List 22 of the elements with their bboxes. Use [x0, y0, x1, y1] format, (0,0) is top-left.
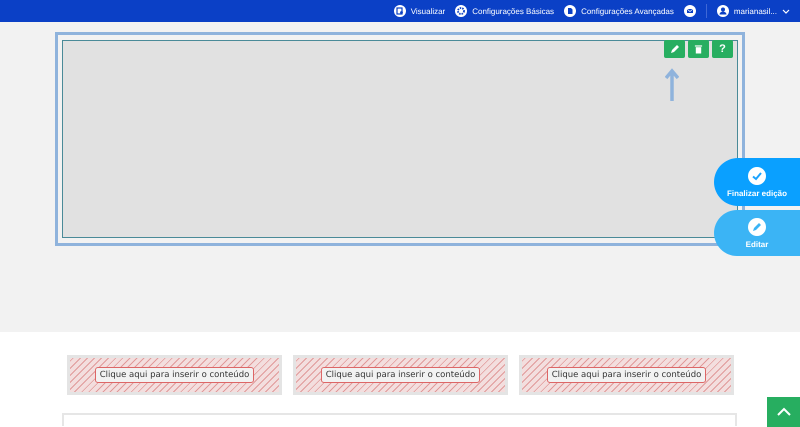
- chevron-up-icon: [776, 407, 790, 417]
- arrow-icon: [665, 68, 679, 102]
- delete-button[interactable]: [688, 40, 709, 58]
- page-icon: [564, 5, 576, 17]
- user-menu[interactable]: marianasil...: [716, 5, 790, 17]
- nav-link[interactable]: Visualizar: [394, 5, 446, 17]
- mail-icon[interactable]: [684, 5, 696, 17]
- chevron-down-icon: [782, 8, 790, 14]
- pencil-icon: [670, 44, 680, 54]
- insert-content-button[interactable]: Clique aqui para inserir o conteúdo: [546, 367, 706, 383]
- pencil-icon: [748, 218, 766, 236]
- nav-link[interactable]: Configurações Avançadas: [564, 5, 674, 17]
- settings-icon: [455, 5, 468, 17]
- scroll-top-button[interactable]: [767, 397, 800, 427]
- edit-button[interactable]: [664, 40, 685, 58]
- preview-icon: [394, 5, 406, 17]
- insert-content-button[interactable]: Clique aqui para inserir o conteúdo: [94, 367, 254, 383]
- check-icon: [748, 166, 766, 184]
- trash-icon: [694, 44, 703, 54]
- user-icon: [716, 5, 729, 17]
- insert-content-button[interactable]: Clique aqui para inserir o conteúdo: [320, 367, 480, 383]
- nav-link[interactable]: Configurações Básicas: [455, 5, 554, 17]
